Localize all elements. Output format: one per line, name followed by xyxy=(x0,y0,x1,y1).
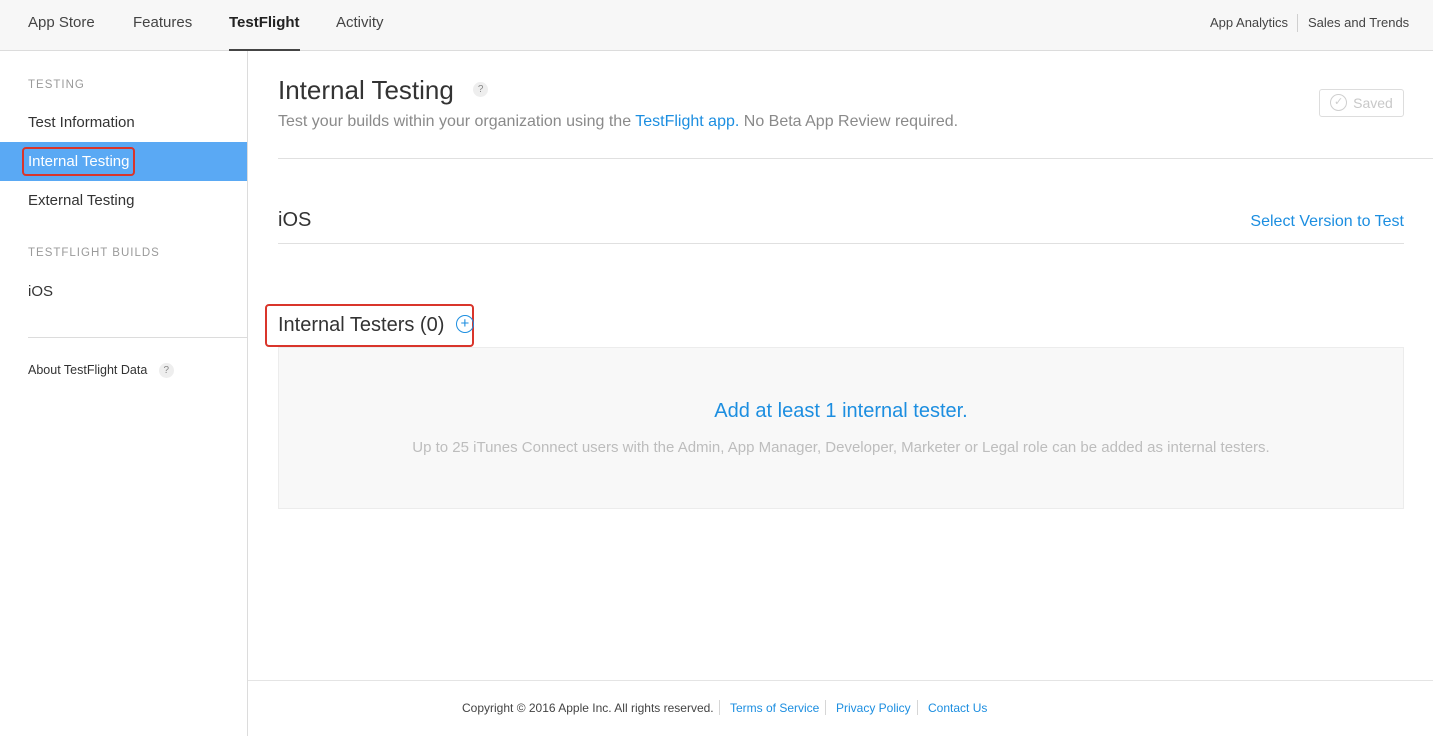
sidebar-section-testing: TESTING xyxy=(28,79,85,91)
sidebar-item-label: iOS xyxy=(28,283,54,300)
platform-divider xyxy=(278,243,1404,244)
help-icon[interactable]: ? xyxy=(158,363,174,379)
sidebar: TESTING Test Information Internal Testin… xyxy=(0,51,248,736)
add-tester-plus-icon[interactable]: + xyxy=(455,314,474,333)
sidebar-item-label: Internal Testing xyxy=(22,147,136,176)
help-icon[interactable]: ? xyxy=(473,81,489,97)
sidebar-item-external-testing[interactable]: External Testing xyxy=(0,181,247,220)
testers-empty-state: Add at least 1 internal tester. Up to 25… xyxy=(278,347,1404,509)
page-title-text: Internal Testing xyxy=(278,75,454,105)
main-content: Internal Testing ? Test your builds with… xyxy=(248,51,1433,736)
about-label: About TestFlight Data xyxy=(28,363,148,377)
internal-testers-title: Internal Testers (0) xyxy=(278,314,445,336)
sidebar-item-label: External Testing xyxy=(28,192,135,209)
subtitle-suffix: No Beta App Review required. xyxy=(739,113,959,130)
footer-divider xyxy=(917,700,918,715)
privacy-policy-link[interactable]: Privacy Policy xyxy=(836,701,911,715)
tab-features[interactable]: Features xyxy=(133,0,192,50)
footer: Copyright © 2016 Apple Inc. All rights r… xyxy=(248,680,1433,736)
subtitle-prefix: Test your builds within your organizatio… xyxy=(278,113,636,130)
about-testflight-data-link[interactable]: About TestFlight Data ? xyxy=(28,363,174,379)
tab-testflight[interactable]: TestFlight xyxy=(229,0,300,51)
checkmark-icon: ✓ xyxy=(1330,93,1348,111)
saved-label: Saved xyxy=(1353,95,1393,111)
sidebar-section-testflight-builds: TESTFLIGHT BUILDS xyxy=(28,247,160,259)
select-version-link[interactable]: Select Version to Test xyxy=(1250,213,1404,231)
tab-activity[interactable]: Activity xyxy=(336,0,384,50)
add-tester-link[interactable]: Add at least 1 internal tester. xyxy=(279,400,1403,423)
platform-header: iOS xyxy=(278,209,312,231)
nav-divider xyxy=(1297,14,1298,32)
copyright-text: Copyright © 2016 Apple Inc. All rights r… xyxy=(462,701,714,715)
sidebar-item-ios-builds[interactable]: iOS xyxy=(0,272,247,311)
page-subtitle: Test your builds within your organizatio… xyxy=(278,113,958,131)
saved-button[interactable]: ✓ Saved xyxy=(1319,89,1404,117)
sidebar-item-label: Test Information xyxy=(28,114,135,131)
testflight-app-link[interactable]: TestFlight app. xyxy=(635,113,739,130)
sidebar-item-internal-testing[interactable]: Internal Testing xyxy=(0,142,247,181)
internal-testers-header: Internal Testers (0) + xyxy=(278,314,474,337)
footer-divider xyxy=(825,700,826,715)
sidebar-item-test-information[interactable]: Test Information xyxy=(0,103,247,142)
empty-state-description: Up to 25 iTunes Connect users with the A… xyxy=(412,439,1270,456)
sales-and-trends-link[interactable]: Sales and Trends xyxy=(1308,0,1409,46)
contact-us-link[interactable]: Contact Us xyxy=(928,701,987,715)
terms-of-service-link[interactable]: Terms of Service xyxy=(730,701,819,715)
footer-divider xyxy=(719,700,720,715)
tab-app-store[interactable]: App Store xyxy=(28,0,95,50)
app-analytics-link[interactable]: App Analytics xyxy=(1210,0,1288,46)
top-navigation-bar: App Store Features TestFlight Activity A… xyxy=(0,0,1433,51)
page-title: Internal Testing ? xyxy=(278,75,489,106)
header-divider xyxy=(278,158,1433,159)
sidebar-divider xyxy=(28,337,247,338)
